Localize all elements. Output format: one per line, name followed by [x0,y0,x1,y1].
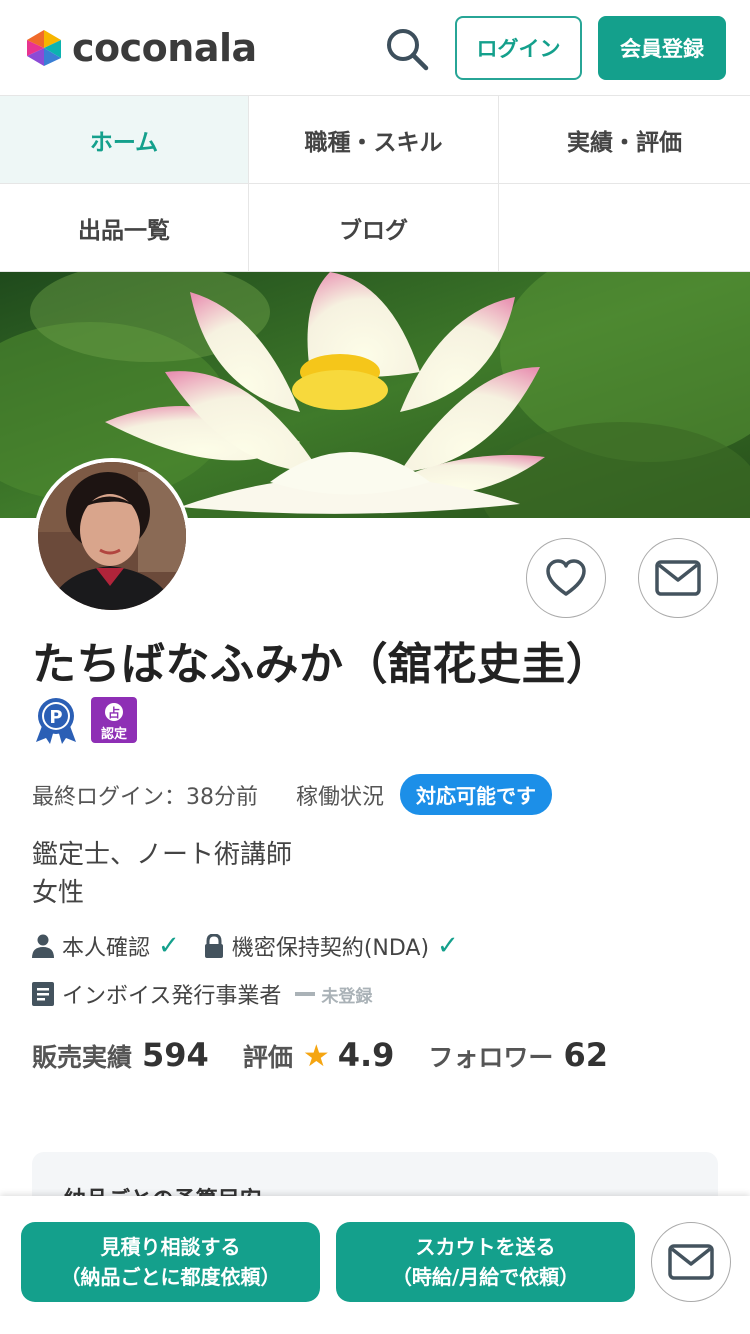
stats-row: 販売実績 594 評価 ★ 4.9 フォロワー 62 [32,1036,642,1074]
status-row: 最終ログイン： 38分前 稼働状況 対応可能です [32,774,553,815]
invoice-label: インボイス発行事業者 [62,984,282,1009]
nda-label: 機密保持契約(NDA) [231,936,430,961]
check-icon: ✓ [437,931,459,961]
last-login-value: 38分前 [186,784,259,810]
identity-verified: 本人確認 ✓ [32,930,180,962]
estimate-consult-button[interactable]: 見積り相談する （納品ごとに都度依頼） [21,1222,320,1302]
check-icon: ✓ [158,931,180,961]
tab-empty [499,184,750,272]
followers-label: フォロワー [428,1043,554,1072]
identity-label: 本人確認 [62,936,151,961]
cta2-line2: （時給/月給で依頼） [391,1265,580,1289]
invoice-status-text: 未登録 [321,986,373,1007]
tab-blog[interactable]: ブログ [249,184,499,272]
badges: P 占 認定 [32,696,138,744]
tab-reviews[interactable]: 実績・評価 [499,96,750,184]
status-label: 稼働状況 [296,784,385,810]
cta1-line1: 見積り相談する [100,1235,241,1259]
search-icon [387,29,429,71]
invoice-row: インボイス発行事業者 未登録 [32,978,372,1010]
last-login-label: 最終ログイン： [32,784,187,810]
bottom-message-button[interactable] [651,1222,731,1302]
nda-verified: 機密保持契約(NDA) ✓ [204,930,459,962]
badge-bottom-text: 認定 [101,726,127,742]
dash-icon [295,992,316,996]
sales-label: 販売実績 [32,1043,133,1072]
verification-row: 本人確認 ✓ 機密保持契約(NDA) ✓ [32,930,483,962]
header: coconala ログイン 会員登録 [0,0,750,96]
gender: 女性 [32,878,85,908]
document-icon [32,982,54,1006]
p-award-icon[interactable]: P [32,696,80,744]
badge-top-text: 占 [108,705,120,720]
tab-home[interactable]: ホーム [0,96,249,184]
tab-listings[interactable]: 出品一覧 [0,184,249,272]
followers-value: 62 [563,1036,608,1074]
occupation: 鑑定士、ノート術講師 [32,840,293,870]
rating-label: 評価 [242,1043,293,1072]
tab-skills[interactable]: 職種・スキル [249,96,499,184]
logo-text: coconala [72,26,257,70]
mail-icon [655,560,701,596]
cta1-line2: （納品ごとに都度依頼） [60,1265,281,1289]
message-button[interactable] [638,538,718,618]
coconala-logo[interactable]: coconala [24,26,257,70]
send-scout-button[interactable]: スカウトを送る （時給/月給で依頼） [336,1222,635,1302]
occupation-block: 鑑定士、ノート術講師 女性 [32,836,292,912]
rating-value: 4.9 [337,1036,395,1074]
heart-icon [546,559,586,596]
mail-icon [668,1244,714,1280]
sales-value: 594 [142,1036,209,1074]
svg-text:P: P [49,707,62,728]
signup-button[interactable]: 会員登録 [598,16,726,80]
favorite-button[interactable] [526,538,606,618]
profile-name: たちばなふみか（舘花史圭） [32,639,611,690]
status-badge: 対応可能です [400,774,553,815]
star-icon: ★ [302,1039,330,1074]
bottom-action-bar: 見積り相談する （納品ごとに都度依頼） スカウトを送る （時給/月給で依頼） [0,1196,750,1334]
avatar [34,458,190,614]
profile-tabs: ホーム 職種・スキル 実績・評価 出品一覧 ブログ [0,95,750,272]
logo-mark-icon [27,30,61,66]
search-button[interactable] [384,26,430,72]
fortune-certified-icon[interactable]: 占 認定 [90,696,138,744]
invoice-status: 未登録 [295,982,372,1007]
cta2-line1: スカウトを送る [415,1235,556,1259]
login-button[interactable]: ログイン [455,16,582,80]
lock-icon [204,934,223,958]
person-icon [32,934,54,958]
